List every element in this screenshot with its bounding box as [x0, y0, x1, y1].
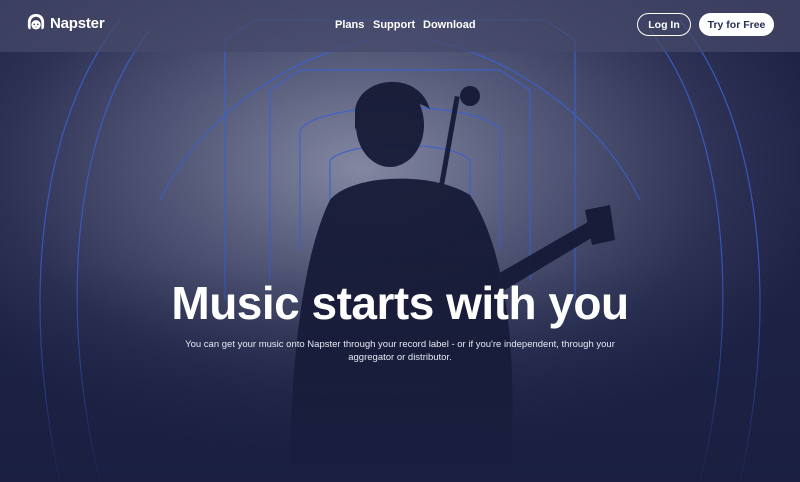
- page: Napster Plans Support Download Log In Tr…: [0, 0, 800, 482]
- hero-background: [0, 0, 800, 482]
- nav-link-support[interactable]: Support: [373, 18, 415, 32]
- try-for-free-button[interactable]: Try for Free: [699, 13, 774, 36]
- log-in-button[interactable]: Log In: [637, 13, 691, 36]
- hero-title: Music starts with you: [171, 277, 629, 329]
- hero-subtitle: You can get your music onto Napster thro…: [185, 339, 615, 363]
- nav-link-plans[interactable]: Plans: [335, 18, 364, 32]
- nav-link-download[interactable]: Download: [423, 18, 476, 32]
- top-navigation-bar: Napster Plans Support Download Log In Tr…: [0, 0, 800, 52]
